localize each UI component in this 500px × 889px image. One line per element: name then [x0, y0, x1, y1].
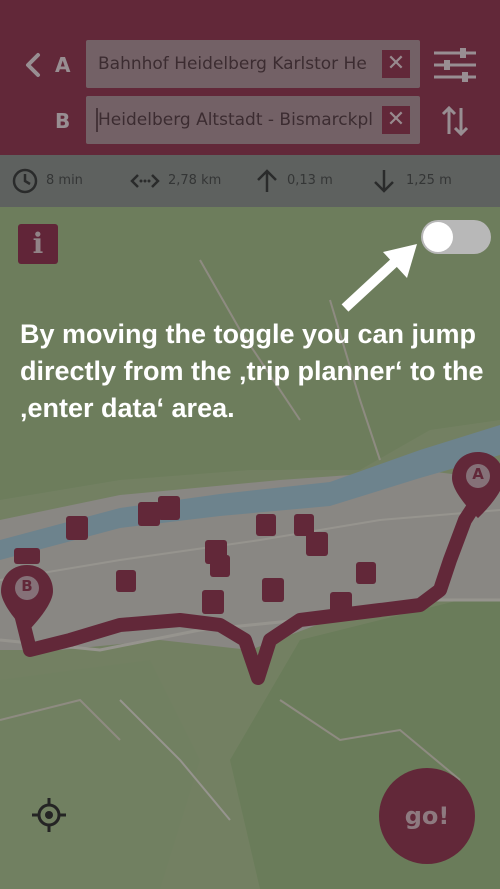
tutorial-tip-text: By moving the toggle you can jump direct…	[20, 319, 484, 423]
toggle-knob[interactable]	[423, 222, 453, 252]
tutorial-dim-overlay[interactable]	[0, 0, 500, 889]
pointer-arrow-icon	[341, 244, 417, 312]
mode-toggle[interactable]	[421, 220, 491, 254]
